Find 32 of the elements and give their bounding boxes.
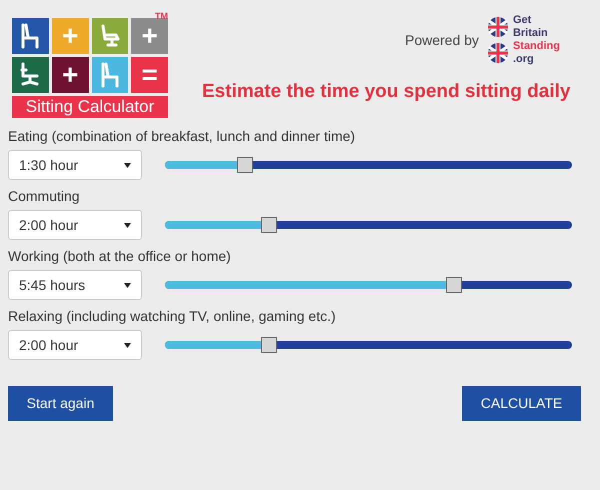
page-heading: Estimate the time you spend sitting daily <box>202 80 572 104</box>
time-select[interactable]: 5:45 hours <box>8 270 142 300</box>
time-select[interactable]: 2:00 hour <box>8 210 142 240</box>
caret-icon <box>124 222 131 228</box>
logo-symbol: + <box>62 22 78 50</box>
brand-text: Get <box>512 14 532 27</box>
trademark: TM <box>155 10 168 23</box>
slider-thumb[interactable] <box>261 217 278 233</box>
caret-icon <box>124 162 131 168</box>
brand-text: Standing <box>512 40 560 53</box>
logo-symbol: + <box>141 22 158 50</box>
caret-icon <box>124 342 131 348</box>
activity-label: Eating (combination of breakfast, lunch and dinner time) <box>8 127 356 146</box>
slider-thumb[interactable] <box>446 277 462 293</box>
start-again-button[interactable]: Start again <box>8 386 113 421</box>
logo-symbol: + <box>62 61 78 89</box>
activity-label: Relaxing (including watching TV, online, gaming etc.) <box>8 307 337 326</box>
time-select[interactable]: 2:00 hour <box>8 330 142 360</box>
powered-by-label: Powered by <box>405 30 479 50</box>
activity-label: Working (both at the office or home) <box>8 247 232 266</box>
calculate-button[interactable]: CALCULATE <box>462 386 581 421</box>
flag-icon <box>486 16 509 38</box>
logo-symbol: = <box>141 61 158 89</box>
time-select[interactable]: 1:30 hour <box>8 150 142 180</box>
flag-icon <box>486 42 509 64</box>
caret-icon <box>124 282 131 288</box>
brand-text: Britain <box>512 27 549 40</box>
brand-text: .org <box>512 53 535 66</box>
slider-thumb[interactable] <box>261 337 278 353</box>
logo-banner: Sitting Calculator <box>12 96 168 118</box>
slider-thumb[interactable] <box>237 157 254 173</box>
activity-label: Commuting <box>8 187 81 206</box>
